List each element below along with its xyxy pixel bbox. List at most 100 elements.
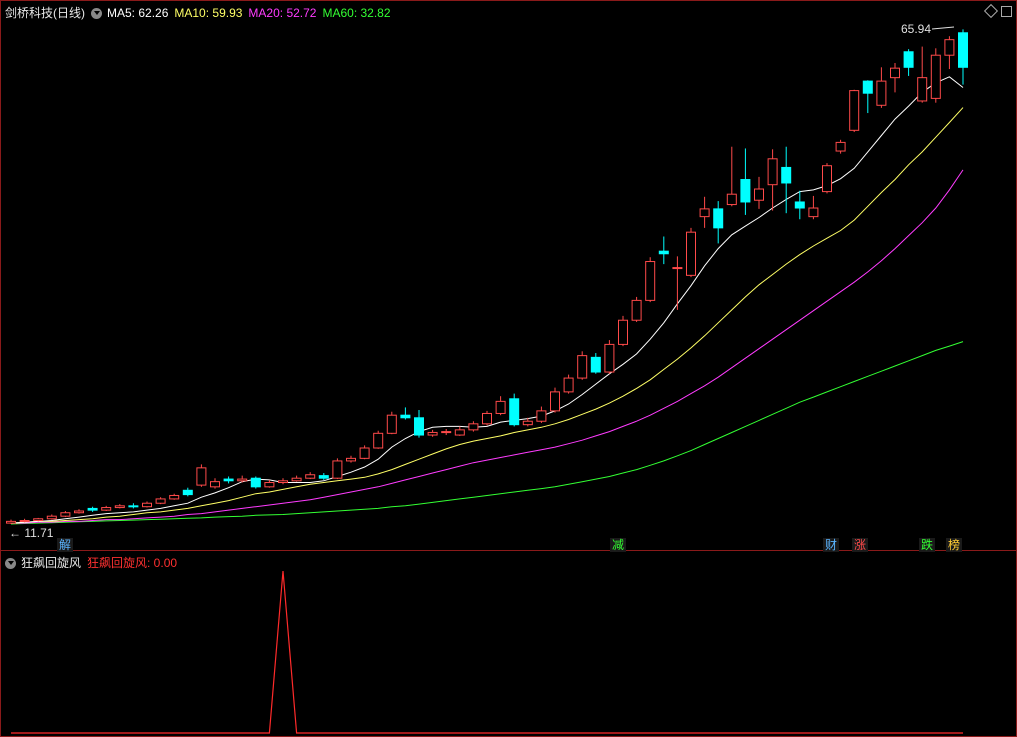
candle (210, 478, 220, 489)
candle (74, 509, 84, 514)
candle-body (142, 502, 152, 508)
candle (890, 62, 900, 93)
low-price-label: ← 11.71 (9, 526, 54, 540)
indicator-panel[interactable]: 狂飙回旋风 狂飙回旋风: 0.00 (0, 551, 1017, 737)
main-header: 剑桥科技(日线) MA5: 62.26 MA10: 59.93 MA20: 52… (5, 4, 397, 22)
candle (182, 487, 193, 497)
candle (781, 146, 792, 214)
settings-square-icon[interactable] (1001, 6, 1012, 17)
candle (604, 340, 615, 374)
candle (930, 48, 941, 103)
candle (794, 190, 805, 220)
candle (835, 139, 846, 154)
candle (631, 296, 642, 322)
ma20-line (11, 169, 964, 524)
candle (291, 475, 302, 482)
candle (563, 374, 574, 394)
candle (142, 501, 152, 508)
candle (482, 410, 492, 426)
candle (454, 426, 465, 436)
candle-body (46, 515, 57, 520)
indicator-header: 狂飙回旋风 狂飙回旋风: 0.00 (5, 554, 183, 572)
candle (60, 511, 71, 518)
candle-body (278, 480, 288, 484)
candle (862, 80, 873, 114)
candle (441, 429, 452, 436)
candle-body (482, 412, 492, 425)
ma10-readout: MA10: 59.93 (174, 6, 243, 20)
candle (46, 514, 57, 520)
event-tag[interactable]: 榜 (946, 538, 963, 552)
candle-body (305, 474, 316, 479)
candle (264, 479, 275, 488)
ma5-line (10, 76, 964, 524)
candle (346, 455, 356, 463)
candle (686, 227, 696, 278)
candle (726, 146, 737, 207)
candle (699, 196, 710, 228)
candle-body (536, 410, 547, 422)
candle-body (917, 77, 928, 102)
candle-body (862, 80, 873, 94)
candle-body (509, 398, 520, 426)
candle (618, 315, 628, 347)
candle-body (781, 166, 792, 184)
candle-body (522, 420, 533, 426)
candle (577, 351, 588, 380)
candle-body (128, 505, 139, 508)
candle-body (930, 54, 941, 99)
candle-body (577, 355, 588, 379)
candle (196, 464, 207, 487)
indicator-chart[interactable] (1, 551, 1016, 736)
candle-body (876, 80, 887, 106)
candle-body (550, 391, 560, 412)
candle-body (87, 507, 98, 511)
stock-title: 剑桥科技(日线) (5, 6, 85, 20)
candle-body (264, 482, 275, 488)
candle-body (182, 489, 193, 496)
candle (128, 503, 139, 509)
candle-body (346, 457, 356, 462)
candle (903, 49, 914, 76)
candle-body (386, 414, 397, 434)
candle (33, 517, 44, 522)
candle (169, 493, 180, 500)
candle (359, 445, 370, 460)
event-tag[interactable]: 减 (610, 538, 627, 552)
candle (427, 429, 438, 437)
candlestick-chart[interactable]: 65.94 ← 11.71 (1, 1, 1016, 550)
candle-body (19, 520, 30, 523)
candle-body (33, 518, 44, 522)
candle-body (767, 158, 778, 186)
candle (509, 393, 520, 427)
candle-body (223, 478, 234, 482)
candle (87, 506, 98, 512)
candle-body (101, 507, 112, 511)
candle (332, 458, 343, 480)
candle-body (618, 319, 628, 345)
candle (917, 46, 928, 103)
event-tag[interactable]: 涨 (852, 538, 869, 552)
candle (278, 478, 288, 485)
collapse-icon[interactable] (5, 557, 16, 569)
candle-body (454, 429, 465, 436)
candle (713, 201, 724, 244)
candle (386, 411, 397, 435)
candle-body (318, 475, 329, 479)
candle-body (210, 481, 220, 488)
candle (495, 396, 506, 416)
candle-body (169, 494, 180, 500)
event-tag[interactable]: 跌 (919, 538, 936, 552)
indicator-readout: 狂飙回旋风: 0.00 (87, 556, 178, 570)
candle (6, 519, 16, 524)
event-tag[interactable]: 财 (823, 538, 840, 552)
candle-body (359, 447, 370, 459)
main-chart-panel[interactable]: 65.94 ← 11.71 剑桥科技(日线) MA5: 62.26 MA10: 5… (0, 0, 1017, 552)
collapse-icon[interactable] (91, 7, 102, 19)
candle-body (74, 510, 84, 514)
candle (468, 421, 479, 432)
ma60-readout: MA60: 32.82 (322, 6, 391, 20)
event-tag[interactable]: 解 (57, 538, 74, 552)
candle (672, 256, 683, 310)
ma60-line (10, 341, 964, 525)
